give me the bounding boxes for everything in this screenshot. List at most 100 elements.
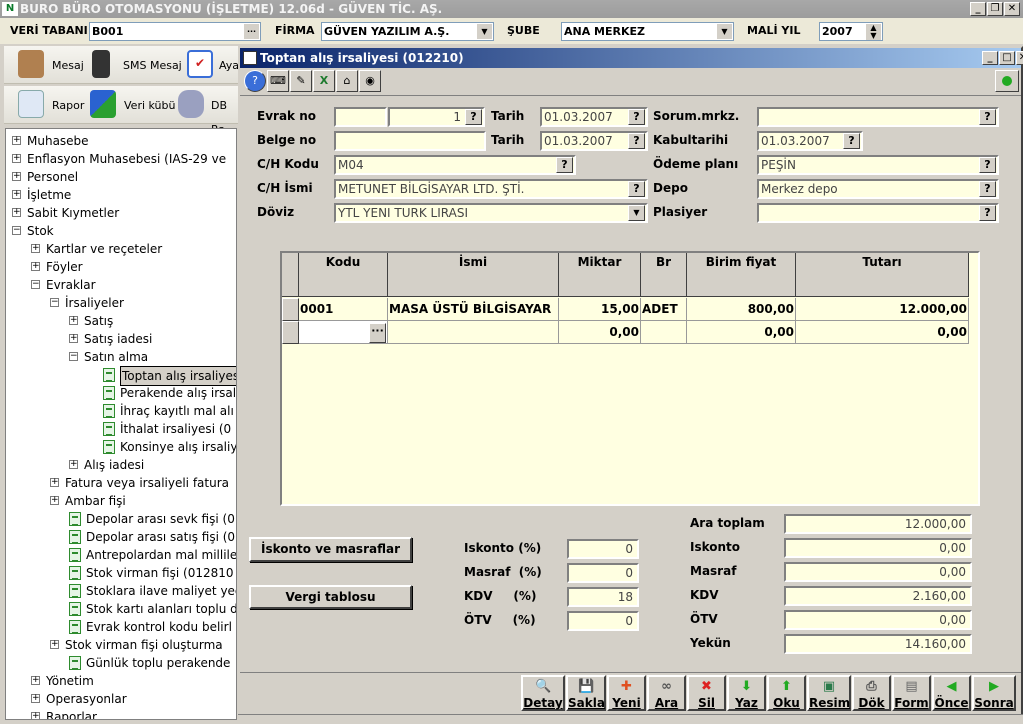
year-stepper[interactable]: 2007 ▲ ▼ xyxy=(819,22,883,41)
tree-node[interactable]: Toptan alış irsaliyes xyxy=(6,366,236,386)
expand-plus-icon[interactable]: + xyxy=(69,316,78,325)
date-field[interactable]: 01.03.2007? xyxy=(540,107,648,127)
rate-field[interactable]: 18 xyxy=(567,587,639,607)
account-code-field[interactable]: M04? xyxy=(334,155,576,175)
acceptance-date-field[interactable]: 01.03.2007? xyxy=(757,131,863,151)
grid-cell[interactable]: MASA ÜSTÜ BİLGİSAYAR xyxy=(388,298,559,321)
oku-button[interactable]: ⬆ Oku xyxy=(767,675,806,711)
column-header[interactable]: Br xyxy=(641,253,687,297)
tree-node[interactable]: İthalat irsaliyesi (0 xyxy=(6,420,236,438)
tree-node[interactable]: + Föyler xyxy=(6,258,236,276)
child-close-button[interactable]: ✕ xyxy=(1016,51,1023,65)
lookup-button[interactable]: ? xyxy=(979,205,996,221)
tree-node[interactable]: − Satın alma xyxy=(6,348,236,366)
grid-cell[interactable]: ··· xyxy=(299,321,388,344)
sonra-button[interactable]: ▶ Sonra xyxy=(972,675,1016,711)
dök-button[interactable]: ⎙ Dök xyxy=(852,675,891,711)
child-minimize-button[interactable]: _ xyxy=(982,51,998,65)
önce-button[interactable]: ◀ Önce xyxy=(932,675,971,711)
message-button[interactable]: Mesaj xyxy=(52,54,84,78)
expand-plus-icon[interactable]: + xyxy=(12,172,21,181)
expand-plus-icon[interactable]: + xyxy=(31,262,40,271)
tree-node[interactable]: + Sabit Kıymetler xyxy=(6,204,236,222)
form-button[interactable]: ▤ Form xyxy=(892,675,931,711)
tree-node[interactable]: + Satış iadesi xyxy=(6,330,236,348)
expand-plus-icon[interactable]: + xyxy=(69,334,78,343)
expand-plus-icon[interactable]: + xyxy=(31,676,40,685)
rate-field[interactable]: 0 xyxy=(567,539,639,559)
settings-button[interactable]: Aya xyxy=(219,54,239,78)
column-header[interactable]: Miktar xyxy=(559,253,641,297)
line-items-grid[interactable]: Kodu İsmi Miktar Br Birim fiyat Tutarı 0001 MAS… xyxy=(280,251,980,506)
browse-button[interactable]: ··· xyxy=(244,24,259,39)
payment-plan-field[interactable]: PEŞİN? xyxy=(757,155,999,175)
home-icon[interactable]: ⌂ xyxy=(336,70,358,92)
wizard-icon[interactable]: ✎ xyxy=(290,70,312,92)
chevron-down-icon[interactable]: ▼ xyxy=(628,205,645,221)
grid-cell[interactable]: 0001 xyxy=(299,298,388,321)
rate-field[interactable]: 0 xyxy=(567,563,639,583)
tree-node[interactable]: − Stok xyxy=(6,222,236,240)
salesperson-field[interactable]: ? xyxy=(757,203,999,223)
sms-button[interactable]: SMS Mesaj xyxy=(123,54,182,78)
spin-arrows-icon[interactable]: ▲ ▼ xyxy=(866,24,881,40)
db-report-button[interactable]: DB Ra xyxy=(211,94,240,136)
lookup-button[interactable]: ? xyxy=(843,133,860,149)
lookup-button[interactable]: ? xyxy=(979,181,996,197)
tree-node[interactable]: Evrak kontrol kodu belirl xyxy=(6,618,236,636)
sakla-button[interactable]: 💾 Sakla xyxy=(566,675,606,711)
expand-plus-icon[interactable]: + xyxy=(50,640,59,649)
data-cube-button[interactable]: Veri kübü xyxy=(124,94,175,118)
tree-node[interactable]: + Muhasebe xyxy=(6,132,236,150)
child-maximize-button[interactable]: □ xyxy=(999,51,1015,65)
tree-node[interactable]: + Raporlar xyxy=(6,708,236,719)
grid-cell[interactable]: ADET xyxy=(641,298,687,321)
tree-node[interactable]: − İrsaliyeler xyxy=(6,294,236,312)
preview-icon[interactable]: ◉ xyxy=(359,70,381,92)
branch-select[interactable]: ANA MERKEZ ▼ xyxy=(561,22,734,41)
document-date-field[interactable]: 01.03.2007? xyxy=(540,131,648,151)
lookup-button[interactable]: ? xyxy=(556,157,573,173)
tree-node[interactable]: İhraç kayıtlı mal alı xyxy=(6,402,236,420)
grid-cell[interactable]: 0,00 xyxy=(687,321,796,344)
tree-node[interactable]: Stok virman fişi (012810 xyxy=(6,564,236,582)
restore-button[interactable]: ❐ xyxy=(987,2,1003,16)
row-selector[interactable] xyxy=(282,298,299,321)
column-header[interactable]: Tutarı xyxy=(796,253,969,297)
tree-node[interactable]: + İşletme xyxy=(6,186,236,204)
tree-node[interactable]: Perakende alış irsal xyxy=(6,384,236,402)
module-tree[interactable]: + Muhasebe + Enflasyon Muhasebesi (IAS-29 v… xyxy=(5,128,237,720)
expand-plus-icon[interactable]: + xyxy=(69,460,78,469)
tree-node[interactable]: + Satış xyxy=(6,312,236,330)
grid-cell[interactable] xyxy=(388,321,559,344)
cost-center-field[interactable]: ? xyxy=(757,107,999,127)
lookup-button[interactable]: ? xyxy=(628,133,645,149)
discount-expenses-button[interactable]: İskonto ve masraflar xyxy=(249,537,412,562)
expand-plus-icon[interactable]: + xyxy=(31,694,40,703)
report-button[interactable]: Rapor xyxy=(52,94,84,118)
lookup-button[interactable]: ? xyxy=(979,109,996,125)
expand-plus-icon[interactable]: + xyxy=(31,712,40,719)
keyboard-icon[interactable]: ⌨ xyxy=(267,70,289,92)
document-no-field[interactable] xyxy=(334,131,486,151)
tree-node[interactable]: Günlük toplu perakende xyxy=(6,654,236,672)
ara-button[interactable]: ∞ Ara xyxy=(647,675,686,711)
excel-icon[interactable]: X xyxy=(313,70,335,92)
tree-node[interactable]: − Evraklar xyxy=(6,276,236,294)
expand-plus-icon[interactable]: + xyxy=(31,244,40,253)
expand-plus-icon[interactable]: + xyxy=(12,208,21,217)
lookup-button[interactable]: ? xyxy=(465,109,482,125)
firm-select[interactable]: GÜVEN YAZILIM A.Ş. ▼ xyxy=(321,22,494,41)
collapse-minus-icon[interactable]: − xyxy=(12,226,21,235)
tree-node[interactable]: + Ambar fişi xyxy=(6,492,236,510)
grid-cell[interactable]: 0,00 xyxy=(559,321,641,344)
row-selector[interactable] xyxy=(282,321,299,344)
tree-node[interactable]: Depolar arası sevk fişi (01 xyxy=(6,510,236,528)
tax-table-button[interactable]: Vergi tablosu xyxy=(249,585,412,609)
currency-select[interactable]: YTL YENI TURK LIRASI ▼ xyxy=(334,203,648,223)
evrak-no-field[interactable]: 1? xyxy=(388,107,485,127)
help-icon[interactable]: ? xyxy=(244,70,266,92)
browse-button[interactable]: ··· xyxy=(369,323,386,343)
tree-node[interactable]: Stoklara ilave maliyet yed xyxy=(6,582,236,600)
sil-button[interactable]: ✖ Sil xyxy=(687,675,726,711)
